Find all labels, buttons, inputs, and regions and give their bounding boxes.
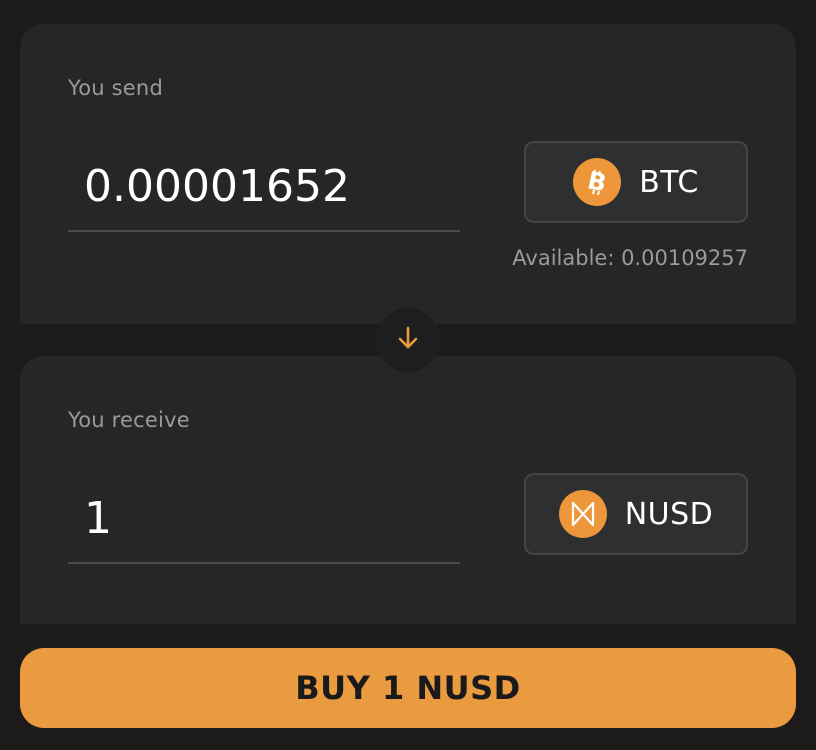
receive-panel: You receive NUSD (20, 356, 796, 624)
receive-label: You receive (68, 408, 190, 432)
bitcoin-icon: B (573, 158, 622, 206)
receive-token-symbol: NUSD (624, 496, 714, 532)
available-balance: Available: 0.00109257 (512, 246, 748, 270)
send-label: You send (68, 76, 163, 100)
send-amount-field (68, 144, 460, 232)
receive-amount-field (68, 476, 460, 564)
arrow-down-icon (395, 325, 421, 355)
swap-widget: You send B BTC Available: 0.00109257 You… (0, 0, 816, 750)
svg-text:B: B (585, 168, 609, 196)
swap-direction-button[interactable] (376, 308, 440, 372)
send-token-selector[interactable]: B BTC (524, 141, 748, 223)
send-panel: You send B BTC Available: 0.00109257 (20, 24, 796, 324)
nusd-icon (558, 490, 607, 538)
receive-amount-input[interactable] (84, 476, 444, 560)
send-token-symbol: BTC (639, 164, 699, 200)
buy-button[interactable]: BUY 1 NUSD (20, 648, 796, 728)
receive-token-selector[interactable]: NUSD (524, 473, 748, 555)
send-amount-input[interactable] (84, 144, 444, 228)
